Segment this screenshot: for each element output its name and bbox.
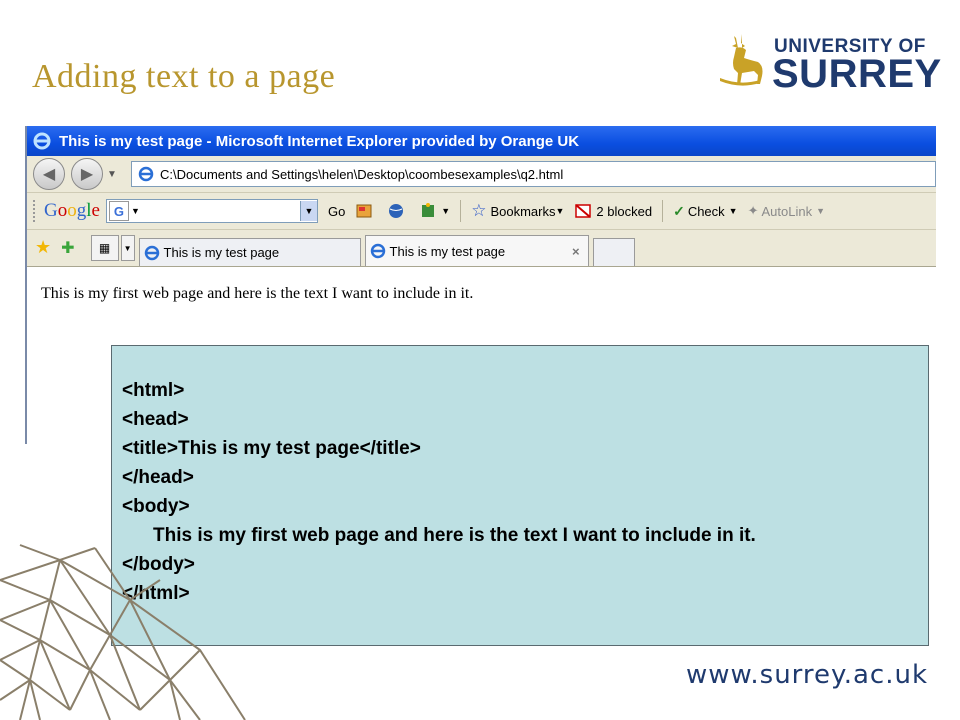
page-icon [144, 245, 159, 260]
go-label: Go [327, 203, 346, 219]
bookmarks-button[interactable]: ☆ Bookmarks ▼ [471, 201, 564, 221]
google-search-input[interactable]: G ▼ ▼ [105, 199, 318, 223]
autolink-label: AutoLink [761, 203, 813, 219]
news-button[interactable] [355, 202, 377, 220]
new-tab-button[interactable] [592, 238, 635, 266]
toolbar-grip[interactable] [33, 200, 38, 222]
google-g-icon: G [108, 201, 129, 221]
check-label: Check [687, 203, 725, 219]
footer-url: www.surrey.ac.uk [685, 660, 928, 690]
popup-blocker-button[interactable]: 2 blocked [574, 202, 652, 220]
settings-button[interactable]: ▼ [419, 202, 450, 220]
go-button[interactable]: Go [328, 204, 345, 219]
close-tab-icon[interactable]: × [572, 244, 580, 259]
address-input[interactable]: C:\Documents and Settings\helen\Desktop\… [131, 161, 936, 187]
chevron-down-icon: ▼ [816, 206, 826, 216]
google-toolbar: Google G ▼ ▼ Go ▼ ☆ Bookmarks ▼ 2 blocke… [27, 193, 936, 230]
search-dropdown-button[interactable]: ▼ [299, 201, 317, 221]
chevron-down-icon: ▼ [441, 206, 451, 216]
chevron-down-icon: ▼ [130, 206, 140, 216]
code-line: <html> [122, 380, 185, 401]
quick-tabs-button[interactable]: ▦ [90, 235, 119, 261]
grid-icon: ▦ [98, 241, 111, 255]
chevron-down-icon: ▼ [728, 206, 738, 216]
arrow-left-icon: ◀ [42, 166, 56, 183]
tab-bar: ★ ✚ ▦ ▼ This is my test page This is my … [27, 230, 936, 267]
newspaper-icon [356, 204, 372, 218]
logo-text-surrey: SURREY [772, 52, 942, 96]
chevron-down-icon: ▼ [123, 243, 132, 253]
chevron-down-icon: ▼ [555, 206, 565, 216]
tab-1[interactable]: This is my test page [138, 238, 361, 266]
globe-button[interactable] [387, 202, 409, 220]
blocked-label: 2 blocked [596, 203, 653, 219]
tab-2-active[interactable]: This is my test page × [364, 235, 589, 266]
code-line: <head> [122, 409, 189, 430]
chevron-down-icon: ▼ [304, 206, 314, 216]
university-logo: UNIVERSITY OF SURREY [712, 30, 941, 100]
arrow-right-icon: ▶ [80, 166, 94, 183]
page-text: This is my first web page and here is th… [41, 285, 474, 302]
autolink-button[interactable]: ✦ AutoLink ▼ [748, 203, 825, 219]
globe-icon [389, 204, 404, 218]
wand-icon: ✦ [747, 203, 759, 218]
toolbar-separator [460, 200, 462, 222]
puzzle-icon [422, 203, 435, 217]
spellcheck-button[interactable]: ✓ Check ▼ [673, 203, 738, 220]
page-icon [138, 166, 154, 182]
chevron-down-icon: ▼ [107, 168, 117, 180]
code-line: <title>This is my test page</title> [122, 438, 421, 459]
geodesic-dome-graphic [0, 544, 246, 720]
stag-icon [720, 34, 763, 86]
google-logo[interactable]: Google [44, 200, 100, 222]
address-text: C:\Documents and Settings\helen\Desktop\… [160, 166, 564, 182]
window-titlebar[interactable]: This is my test page - Microsoft Interne… [27, 126, 936, 156]
page-content: This is my first web page and here is th… [27, 267, 936, 303]
star-outline-icon: ☆ [471, 201, 487, 220]
slide-title: Adding text to a page [32, 58, 336, 95]
page-icon [370, 243, 385, 259]
toolbar-separator [662, 200, 664, 222]
add-favorite-icon[interactable]: ✚ [61, 238, 74, 258]
tab-list-dropdown[interactable]: ▼ [120, 235, 135, 261]
favorites-star-icon[interactable]: ★ [35, 237, 51, 258]
bookmarks-label: Bookmarks [490, 203, 556, 219]
code-line: </head> [122, 467, 194, 488]
ie-logo-icon [33, 132, 51, 150]
popup-blocked-icon [575, 204, 592, 218]
window-title: This is my test page - Microsoft Interne… [59, 132, 580, 150]
back-button[interactable]: ◀ [33, 158, 65, 190]
spellcheck-icon: ✓ [673, 202, 685, 219]
tab-label: This is my test page [163, 245, 280, 260]
address-bar-row: ◀ ▶ ▼ C:\Documents and Settings\helen\De… [27, 156, 936, 193]
history-dropdown-button[interactable]: ▼ [107, 169, 121, 180]
tab-label: This is my test page [389, 243, 506, 259]
forward-button[interactable]: ▶ [71, 158, 103, 190]
code-line: <body> [122, 496, 190, 517]
